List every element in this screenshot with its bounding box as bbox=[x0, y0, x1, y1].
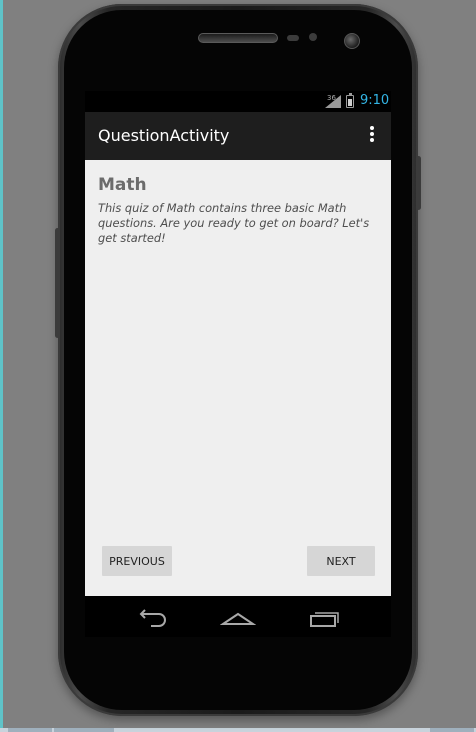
signal-label: 36 bbox=[327, 94, 336, 102]
status-clock: 9:10 bbox=[360, 93, 390, 108]
back-icon[interactable] bbox=[135, 604, 171, 630]
question-content: Math This quiz of Math contains three ba… bbox=[85, 160, 391, 596]
topic-description: This quiz of Math contains three basic M… bbox=[98, 201, 370, 245]
overflow-menu-icon[interactable] bbox=[367, 126, 377, 146]
topic-title: Math bbox=[98, 175, 147, 195]
battery-icon bbox=[346, 93, 354, 108]
device-screen: 36 9:10 QuestionActivity Math This quiz … bbox=[85, 91, 391, 637]
navigation-bar bbox=[85, 596, 391, 637]
power-button bbox=[55, 228, 60, 338]
next-button[interactable]: NEXT bbox=[307, 546, 375, 576]
earpiece-speaker bbox=[198, 33, 278, 43]
action-bar: QuestionActivity bbox=[85, 112, 391, 160]
home-icon[interactable] bbox=[220, 604, 256, 630]
window-left-edge bbox=[0, 0, 3, 732]
recent-apps-icon[interactable] bbox=[307, 604, 343, 630]
front-camera bbox=[344, 33, 360, 49]
proximity-sensor bbox=[287, 35, 299, 41]
volume-button bbox=[416, 156, 421, 210]
light-sensor bbox=[309, 33, 317, 41]
status-bar: 36 9:10 bbox=[85, 91, 391, 112]
previous-button[interactable]: PREVIOUS bbox=[102, 546, 172, 576]
app-title: QuestionActivity bbox=[98, 126, 230, 145]
window-bottom-strip bbox=[0, 728, 476, 732]
